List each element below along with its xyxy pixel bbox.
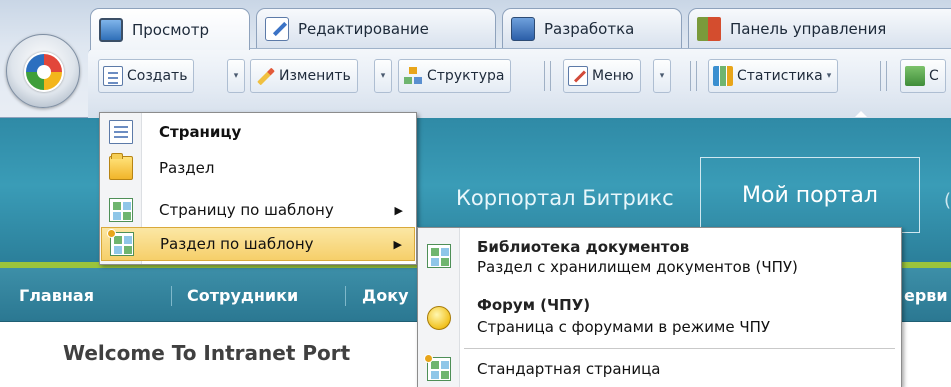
edit-dropdown-arrow[interactable]: ▾ (374, 59, 392, 93)
page-icon (103, 66, 123, 86)
welcome-heading: Welcome To Intranet Port (63, 341, 351, 365)
nav-item-documents[interactable]: Доку (362, 268, 416, 322)
create-button[interactable]: Создать (98, 59, 195, 93)
menu-dropdown-arrow[interactable]: ▾ (653, 59, 671, 93)
toolbar-separator (544, 61, 545, 91)
submenu-item-forum[interactable]: Форум (ЧПУ) Страница с форумами в режиме… (419, 290, 900, 346)
submenu-arrow-icon: ▶ (393, 237, 402, 251)
menu-item-label: Раздел (159, 159, 215, 177)
pencil-icon (255, 66, 275, 86)
menu-button-label: Меню (592, 68, 634, 84)
toolbar-separator (696, 61, 697, 91)
submenu-item-description: Страница с форумами в режиме ЧПУ (477, 318, 771, 336)
statistics-icon (713, 66, 733, 86)
logo-edge-mark: ( (944, 190, 951, 211)
tab-development-label: Разработка (544, 19, 635, 38)
toolbar-separator (550, 61, 551, 91)
submenu-item-standard-page[interactable]: Стандартная страница (419, 352, 900, 384)
admin-panel: Просмотр Редактирование Разработка Панел… (0, 0, 951, 118)
main-menu-orb[interactable] (6, 34, 80, 108)
document-library-icon (427, 244, 451, 268)
create-button-label: Создать (127, 68, 188, 84)
menu-item-section-from-template[interactable]: Раздел по шаблону ▶ (101, 227, 415, 261)
structure-button[interactable]: Структура (398, 59, 512, 93)
tab-control-panel[interactable]: Панель управления (688, 8, 951, 48)
panel-tab-row: Просмотр Редактирование Разработка Панел… (90, 8, 951, 50)
create-menu: Страницу Раздел Страницу по шаблону ▶ Ра… (99, 112, 417, 265)
statistics-button-label: Статистика (737, 68, 823, 84)
tab-view[interactable]: Просмотр (90, 8, 250, 50)
tab-control-panel-label: Панель управления (730, 19, 887, 38)
menu-item-label: Раздел по шаблону (160, 235, 314, 253)
monitor-icon (99, 17, 123, 42)
nav-separator (345, 286, 346, 306)
tab-development[interactable]: Разработка (502, 8, 682, 48)
page-template-icon (109, 198, 133, 222)
menu-item-page[interactable]: Страницу (101, 115, 415, 149)
submenu-item-title: Форум (ЧПУ) (477, 296, 591, 314)
edit-button[interactable]: Изменить (250, 59, 358, 93)
page-icon (109, 120, 133, 144)
edit-button-label: Изменить (279, 68, 351, 84)
nav-item-employees[interactable]: Сотрудники (187, 268, 337, 322)
clipped-button-icon (905, 66, 925, 86)
tab-edit[interactable]: Редактирование (256, 8, 496, 48)
clipped-button-label: С (929, 68, 939, 84)
toolbar-separator (690, 61, 691, 91)
tab-edit-label: Редактирование (298, 19, 429, 38)
toolbar-separator (886, 61, 887, 91)
create-dropdown-arrow[interactable]: ▾ (227, 59, 245, 93)
submenu-item-description: Раздел с хранилищем документов (ЧПУ) (477, 258, 798, 276)
menu-item-section[interactable]: Раздел (101, 151, 415, 185)
submenu-item-label: Стандартная страница (477, 360, 661, 378)
toolbar-pointer-marker (855, 111, 867, 117)
folder-template-icon (108, 230, 134, 256)
menu-button[interactable]: Меню (563, 59, 641, 93)
clipped-toolbar-button[interactable]: С (900, 59, 946, 93)
submenu-arrow-icon: ▶ (394, 203, 403, 217)
forum-smiley-icon (427, 306, 451, 330)
control-panel-icon (697, 16, 721, 41)
portal-logo[interactable]: Мой портал (700, 157, 920, 233)
menu-item-label: Страницу (159, 123, 242, 141)
statistics-button[interactable]: Статистика ▾ (708, 59, 839, 93)
submenu-separator (464, 348, 895, 349)
template-submenu: Библиотека документов Раздел с хранилище… (417, 227, 902, 387)
structure-icon (403, 66, 423, 86)
bitrix-logo-icon (24, 52, 64, 92)
nav-item-services[interactable]: ерви (904, 268, 951, 322)
toolbar-separator (880, 61, 881, 91)
menu-item-label: Страницу по шаблону (159, 201, 334, 219)
submenu-item-title: Библиотека документов (477, 238, 690, 256)
edit-document-icon (265, 16, 289, 41)
submenu-item-document-library[interactable]: Библиотека документов Раздел с хранилище… (419, 232, 900, 284)
tab-view-label: Просмотр (132, 20, 209, 39)
site-title: Корпортал Битрикс (456, 186, 674, 210)
panel-toolbar: Создать ▾ Изменить ▾ Структура Меню ▾ Ст… (88, 48, 951, 118)
menu-item-page-from-template[interactable]: Страницу по шаблону ▶ (101, 193, 415, 227)
nav-item-home[interactable]: Главная (19, 268, 169, 322)
statistics-dropdown-arrow[interactable]: ▾ (827, 71, 832, 81)
structure-button-label: Структура (427, 68, 505, 84)
menu-edit-icon (568, 66, 588, 86)
development-icon (511, 16, 535, 41)
standard-page-icon (425, 355, 451, 381)
folder-icon (109, 153, 133, 180)
nav-separator (171, 286, 172, 306)
